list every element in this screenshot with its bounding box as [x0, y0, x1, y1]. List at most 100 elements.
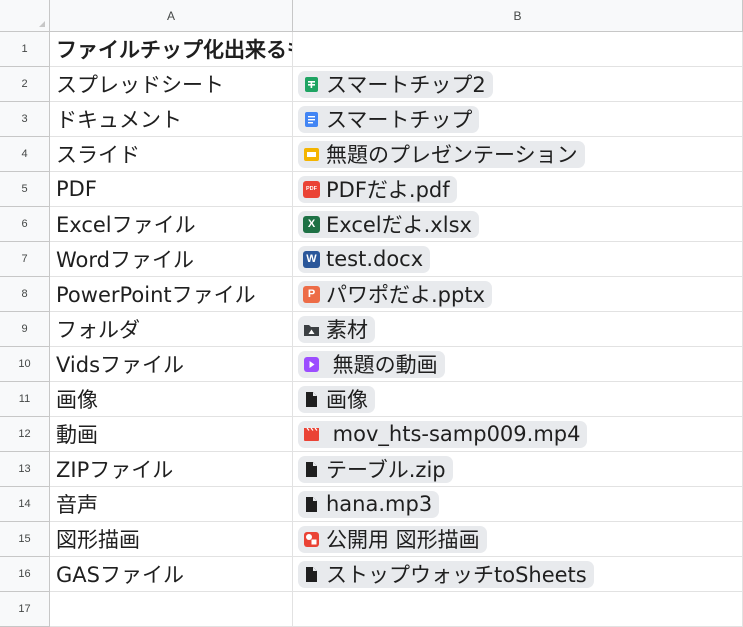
- cell-b[interactable]: X Excelだよ.xlsx: [293, 207, 743, 242]
- cell-a[interactable]: 図形描画: [50, 522, 293, 557]
- row-header[interactable]: 9: [0, 312, 50, 347]
- cell-b[interactable]: PDF PDFだよ.pdf: [293, 172, 743, 207]
- row-header[interactable]: 15: [0, 522, 50, 557]
- cell-b[interactable]: 無題の動画: [293, 347, 743, 382]
- cell-a[interactable]: GASファイル: [50, 557, 293, 592]
- select-all-corner[interactable]: [0, 0, 50, 32]
- cell-a[interactable]: フォルダ: [50, 312, 293, 347]
- row-header[interactable]: 11: [0, 382, 50, 417]
- file-smart-chip[interactable]: 画像: [298, 385, 375, 413]
- cell-b[interactable]: ストップウォッチtoSheets: [293, 557, 743, 592]
- cell-a[interactable]: PowerPointファイル: [50, 277, 293, 312]
- chip-label: hana.mp3: [326, 492, 433, 516]
- table-row: 3 ドキュメント スマートチップ: [0, 102, 743, 137]
- cell-a[interactable]: 画像: [50, 382, 293, 417]
- file-smart-chip[interactable]: テーブル.zip: [298, 455, 453, 483]
- file-smart-chip[interactable]: 無題のプレゼンテーション: [298, 140, 585, 168]
- table-row: 1ファイルチップ化出来るもの: [0, 32, 743, 67]
- excel-icon: X: [303, 215, 320, 233]
- docs-icon: [303, 111, 320, 128]
- file-smart-chip[interactable]: 無題の動画: [298, 350, 445, 378]
- chip-label: test.docx: [326, 247, 424, 271]
- file-smart-chip[interactable]: ストップウォッチtoSheets: [298, 560, 594, 588]
- table-row: 15 図形描画 公開用 図形描画: [0, 522, 743, 557]
- file-smart-chip[interactable]: mov_hts-samp009.mp4: [298, 420, 588, 448]
- cell-a[interactable]: Vidsファイル: [50, 347, 293, 382]
- cell-b[interactable]: [293, 32, 743, 67]
- row-header[interactable]: 13: [0, 452, 50, 487]
- row-header[interactable]: 1: [0, 32, 50, 67]
- cell-a[interactable]: スライド: [50, 137, 293, 172]
- file-smart-chip[interactable]: 素材: [298, 315, 375, 343]
- table-row: 8 PowerPointファイル P パワポだよ.pptx: [0, 277, 743, 312]
- table-row: 2 スプレッドシート スマートチップ2: [0, 67, 743, 102]
- file-smart-chip[interactable]: 公開用 図形描画: [298, 525, 487, 553]
- cell-b[interactable]: 無題のプレゼンテーション: [293, 137, 743, 172]
- table-row: 11 画像 画像: [0, 382, 743, 417]
- row-header[interactable]: 2: [0, 67, 50, 102]
- row-header[interactable]: 7: [0, 242, 50, 277]
- slides-icon: [303, 146, 320, 163]
- cell-a[interactable]: Wordファイル: [50, 242, 293, 277]
- cell-a[interactable]: ドキュメント: [50, 102, 293, 137]
- row-header[interactable]: 10: [0, 347, 50, 382]
- column-header-a[interactable]: A: [50, 0, 293, 32]
- cell-b[interactable]: Wtest.docx: [293, 242, 743, 277]
- cell-a[interactable]: PDF: [50, 172, 293, 207]
- cell-a[interactable]: [50, 592, 293, 627]
- chip-label: Excelだよ.xlsx: [326, 213, 472, 237]
- cell-b[interactable]: mov_hts-samp009.mp4: [293, 417, 743, 452]
- chip-label: スマートチップ: [326, 108, 473, 132]
- file-smart-chip[interactable]: hana.mp3: [298, 490, 440, 518]
- powerpoint-icon: P: [303, 285, 320, 303]
- file-smart-chip[interactable]: X Excelだよ.xlsx: [298, 210, 479, 238]
- table-row: 13 ZIPファイル テーブル.zip: [0, 452, 743, 487]
- cell-b[interactable]: スマートチップ2: [293, 67, 743, 102]
- row-header[interactable]: 3: [0, 102, 50, 137]
- cell-b[interactable]: 素材: [293, 312, 743, 347]
- word-icon: W: [303, 250, 320, 268]
- file-smart-chip[interactable]: スマートチップ: [298, 105, 480, 133]
- cell-a[interactable]: ファイルチップ化出来るもの: [50, 32, 293, 67]
- video-icon: [303, 426, 320, 443]
- cell-b[interactable]: 画像: [293, 382, 743, 417]
- file-icon: [303, 496, 320, 513]
- row-header[interactable]: 17: [0, 592, 50, 627]
- row-header[interactable]: 6: [0, 207, 50, 242]
- row-header[interactable]: 4: [0, 137, 50, 172]
- cell-a[interactable]: 音声: [50, 487, 293, 522]
- table-row: 10 Vidsファイル 無題の動画: [0, 347, 743, 382]
- vids-icon: [303, 356, 320, 373]
- table-row: 14 音声 hana.mp3: [0, 487, 743, 522]
- file-smart-chip[interactable]: Wtest.docx: [298, 245, 431, 273]
- chip-label: テーブル.zip: [326, 458, 446, 482]
- chip-label: 無題のプレゼンテーション: [326, 143, 578, 167]
- column-header-b[interactable]: B: [293, 0, 743, 32]
- chip-label: 無題の動画: [326, 353, 438, 377]
- file-icon: [303, 566, 320, 583]
- cell-b[interactable]: 公開用 図形描画: [293, 522, 743, 557]
- row-header[interactable]: 5: [0, 172, 50, 207]
- chip-label: 公開用 図形描画: [326, 528, 480, 552]
- sheets-icon: [303, 76, 320, 93]
- cell-b[interactable]: [293, 592, 743, 627]
- row-header[interactable]: 16: [0, 557, 50, 592]
- cell-b[interactable]: P パワポだよ.pptx: [293, 277, 743, 312]
- row-header[interactable]: 8: [0, 277, 50, 312]
- chip-label: 画像: [326, 388, 368, 412]
- chip-label: PDFだよ.pdf: [326, 178, 450, 202]
- cell-a[interactable]: 動画: [50, 417, 293, 452]
- file-smart-chip[interactable]: PDF PDFだよ.pdf: [298, 175, 457, 203]
- cell-a[interactable]: Excelファイル: [50, 207, 293, 242]
- cell-b[interactable]: テーブル.zip: [293, 452, 743, 487]
- file-smart-chip[interactable]: P パワポだよ.pptx: [298, 280, 492, 308]
- file-smart-chip[interactable]: スマートチップ2: [298, 70, 493, 98]
- row-header[interactable]: 12: [0, 417, 50, 452]
- cell-b[interactable]: hana.mp3: [293, 487, 743, 522]
- shared-folder-icon: [303, 321, 320, 338]
- cell-b[interactable]: スマートチップ: [293, 102, 743, 137]
- cell-a[interactable]: スプレッドシート: [50, 67, 293, 102]
- cell-a[interactable]: ZIPファイル: [50, 452, 293, 487]
- chip-label: 素材: [326, 318, 368, 342]
- row-header[interactable]: 14: [0, 487, 50, 522]
